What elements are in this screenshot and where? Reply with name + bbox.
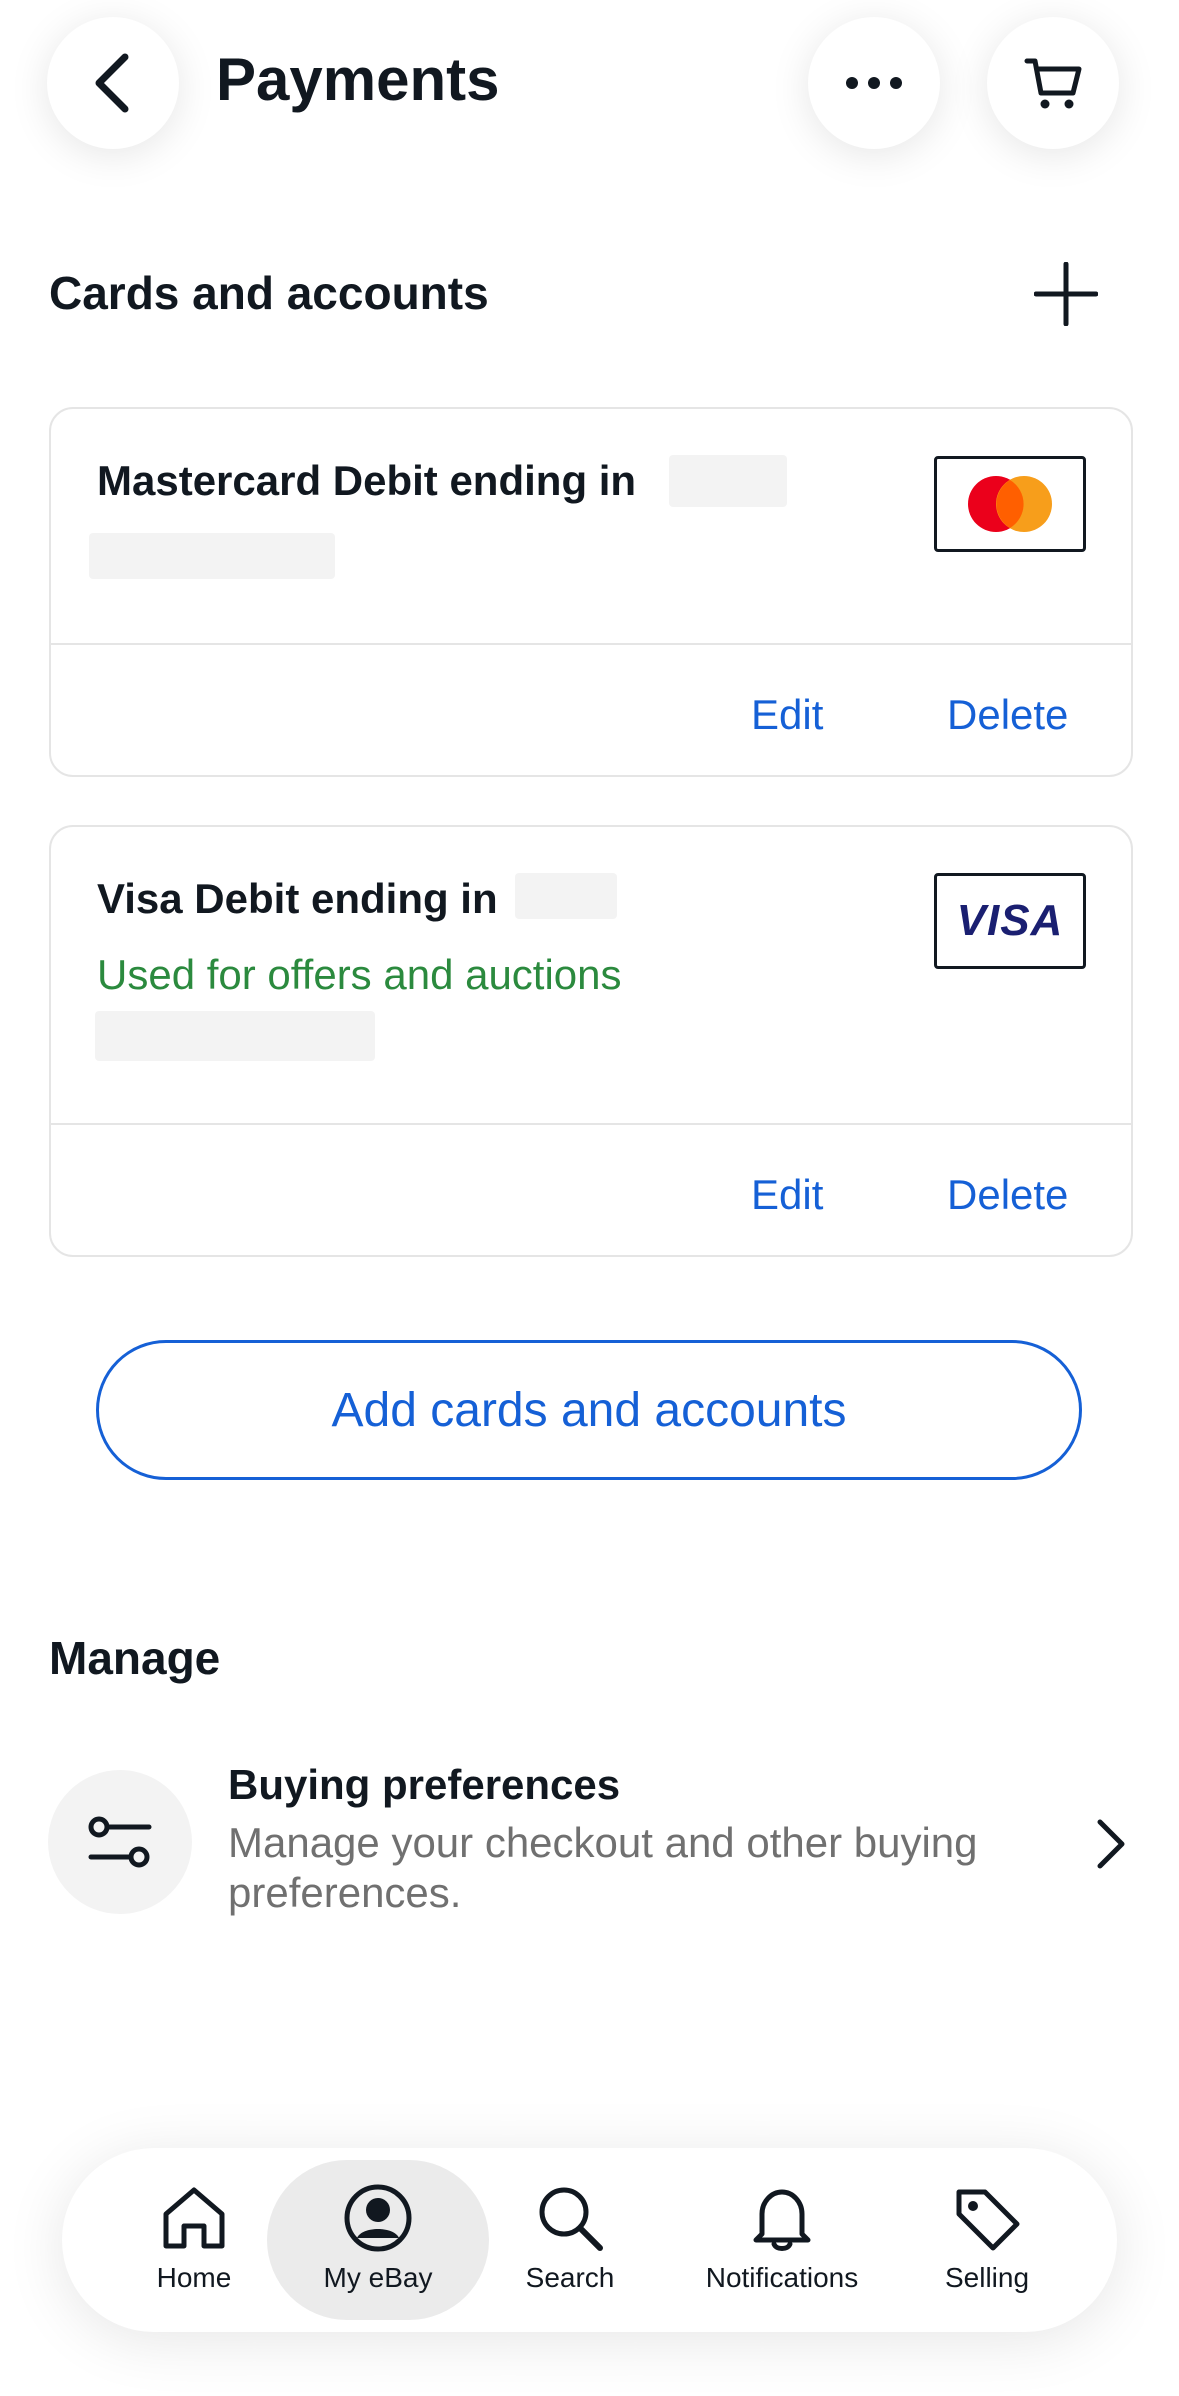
nav-my-ebay[interactable]: My eBay	[298, 2148, 458, 2332]
redacted-expiry	[95, 1011, 375, 1061]
nav-label: Notifications	[705, 2262, 859, 2293]
mastercard-icon	[968, 476, 1052, 532]
card-divider	[51, 1123, 1131, 1125]
nav-selling[interactable]: Selling	[922, 2148, 1052, 2332]
visa-brand-text: VISA	[956, 896, 1064, 945]
card-divider	[51, 643, 1131, 645]
redacted-expiry	[89, 533, 335, 579]
preferences-icon-container	[48, 1770, 192, 1914]
nav-label: Home	[156, 2262, 232, 2293]
nav-label: Selling	[944, 2262, 1030, 2293]
add-cards-and-accounts-button[interactable]: Add cards and accounts	[96, 1340, 1082, 1480]
cart-icon	[1024, 58, 1082, 109]
cards-section-title: Cards and accounts	[49, 267, 489, 319]
page-title: Payments	[216, 46, 500, 113]
card-status: Used for offers and auctions	[97, 951, 622, 998]
bottom-navigation: Home My eBay Search Notifications Sellin…	[62, 2148, 1117, 2332]
visa-card: Visa Debit ending in Used for offers and…	[49, 825, 1133, 1257]
buying-preferences-title: Buying preferences	[228, 1761, 621, 1808]
add-card-button[interactable]	[1030, 258, 1102, 330]
cart-button[interactable]	[987, 17, 1119, 149]
delete-button[interactable]: Delete	[947, 687, 1068, 743]
sliders-icon	[88, 1816, 152, 1868]
delete-button[interactable]: Delete	[947, 1167, 1068, 1223]
visa-logo: VISA	[934, 873, 1086, 969]
plus-icon	[1034, 262, 1098, 326]
redacted-card-number	[515, 873, 617, 919]
user-circle-icon	[344, 2184, 412, 2252]
nav-label: My eBay	[323, 2262, 433, 2293]
more-horizontal-icon	[846, 77, 902, 89]
tag-icon	[956, 2189, 1020, 2251]
nav-home[interactable]: Home	[124, 2148, 264, 2332]
chevron-left-icon	[95, 53, 129, 113]
chevron-right-icon	[1097, 1819, 1125, 1869]
edit-button[interactable]: Edit	[751, 1167, 823, 1223]
edit-button[interactable]: Edit	[751, 687, 823, 743]
card-title: Visa Debit ending in	[97, 875, 498, 922]
card-title: Mastercard Debit ending in	[97, 457, 637, 504]
home-icon	[163, 2187, 225, 2249]
bell-icon	[753, 2189, 811, 2251]
buying-preferences-description: Manage your checkout and other buying pr…	[228, 1819, 978, 1916]
more-options-button[interactable]	[808, 17, 940, 149]
manage-section-title: Manage	[49, 1632, 221, 1684]
redacted-card-number	[669, 455, 787, 507]
nav-search[interactable]: Search	[500, 2148, 640, 2332]
mastercard-logo	[934, 456, 1086, 552]
search-icon	[539, 2187, 603, 2251]
mastercard-card: Mastercard Debit ending in Edit Delete	[49, 407, 1133, 777]
back-button[interactable]	[47, 17, 179, 149]
nav-notifications[interactable]: Notifications	[682, 2148, 882, 2332]
nav-label: Search	[525, 2262, 615, 2293]
